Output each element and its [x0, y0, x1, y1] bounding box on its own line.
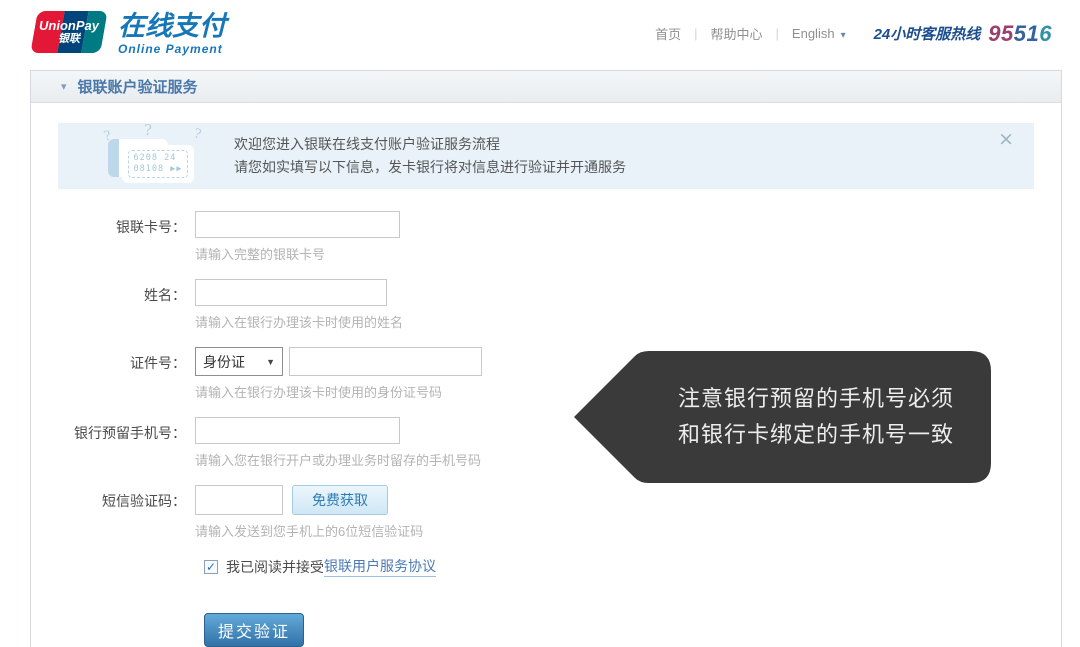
sms-code-input[interactable]	[195, 485, 283, 515]
card-number-input[interactable]	[195, 211, 400, 238]
logo-card-brand: UnionPay	[39, 19, 99, 33]
name-label: 姓名：	[31, 279, 195, 331]
get-sms-code-button[interactable]: 免费获取	[292, 485, 388, 515]
site-title: 在线支付	[118, 11, 226, 41]
panel-title: 银联账户验证服务	[78, 76, 198, 97]
logo-card-brand-cn: 银联	[58, 33, 80, 45]
id-number-input[interactable]	[289, 347, 482, 376]
nav-home[interactable]: 首页	[655, 20, 681, 47]
unionpay-logo[interactable]: UnionPay 银联 在线支付 Online Payment	[28, 11, 226, 56]
welcome-banner: ? ? ? 6208 2408108 ▶▶ 欢迎您进入银联在线支付账户验证服务流…	[58, 123, 1034, 189]
phone-label: 银行预留手机号：	[31, 417, 195, 469]
question-mark-icon: ?	[192, 126, 202, 142]
agree-checkbox[interactable]: ✓	[204, 560, 218, 574]
name-row: 姓名： 请输入在银行办理该卡时使用的姓名	[31, 279, 1061, 331]
name-hint: 请输入在银行办理该卡时使用的姓名	[195, 312, 403, 331]
agree-text: 我已阅读并接受	[226, 557, 324, 577]
nav-separator: |	[694, 26, 697, 41]
submit-verification-button[interactable]: 提交验证	[204, 613, 304, 647]
panel-header: ▾ 银联账户验证服务	[31, 71, 1061, 103]
unionpay-card-icon: UnionPay 银联	[30, 11, 107, 53]
phone-input[interactable]	[195, 417, 400, 444]
callout-line1: 注意银行预留的手机号必须	[678, 381, 954, 417]
callout-text: 注意银行预留的手机号必须 和银行卡绑定的手机号一致	[643, 347, 989, 487]
card-number-row: 银联卡号： 请输入完整的银联卡号	[31, 211, 1061, 263]
banner-line2: 请您如实填写以下信息，发卡银行将对信息进行验证并开通服务	[234, 156, 626, 179]
id-type-value: 身份证	[203, 352, 245, 372]
card-number-hint: 请输入完整的银联卡号	[195, 244, 400, 263]
close-icon[interactable]: ×	[998, 130, 1014, 149]
sms-code-hint: 请输入发送到您手机上的6位短信验证码	[195, 521, 423, 540]
sms-code-row: 短信验证码： 免费获取 请输入发送到您手机上的6位短信验证码	[31, 485, 1061, 540]
bank-card-icon: ? ? ? 6208 2408108 ▶▶	[102, 127, 202, 185]
id-number-hint: 请输入在银行办理该卡时使用的身份证号码	[195, 382, 482, 401]
phone-hint: 请输入您在银行开户或办理业务时留存的手机号码	[195, 450, 481, 469]
callout-line2: 和银行卡绑定的手机号一致	[678, 417, 954, 453]
name-input[interactable]	[195, 279, 387, 306]
id-type-select[interactable]: 身份证 ▼	[195, 347, 283, 376]
hotline-label: 24小时客服热线	[874, 23, 981, 44]
chevron-down-icon: ▼	[266, 357, 275, 367]
page-header: UnionPay 银联 在线支付 Online Payment 首页 | 帮助中…	[0, 0, 1080, 70]
hotline-number: 95516	[988, 21, 1052, 47]
nav-separator: |	[776, 26, 779, 41]
phone-notice-callout: 注意银行预留的手机号必须 和银行卡绑定的手机号一致	[571, 347, 995, 487]
id-number-label: 证件号：	[31, 347, 195, 401]
nav-help-center[interactable]: 帮助中心	[711, 20, 763, 47]
sms-code-label: 短信验证码：	[31, 485, 195, 540]
chevron-down-icon: ▾	[841, 30, 846, 41]
agreement-row: ✓ 我已阅读并接受 银联用户服务协议	[204, 556, 1061, 577]
top-nav: 首页 | 帮助中心 | English▾ 24小时客服热线 95516	[655, 20, 1052, 47]
service-agreement-link[interactable]: 银联用户服务协议	[324, 556, 436, 577]
card-number-label: 银联卡号：	[31, 211, 195, 263]
site-subtitle: Online Payment	[118, 42, 226, 56]
collapse-caret-icon[interactable]: ▾	[61, 80, 67, 93]
banner-line1: 欢迎您进入银联在线支付账户验证服务流程	[234, 133, 626, 156]
banner-message: 欢迎您进入银联在线支付账户验证服务流程 请您如实填写以下信息，发卡银行将对信息进…	[234, 133, 626, 179]
question-mark-icon: ?	[144, 121, 152, 139]
nav-language[interactable]: English▾	[792, 22, 846, 45]
